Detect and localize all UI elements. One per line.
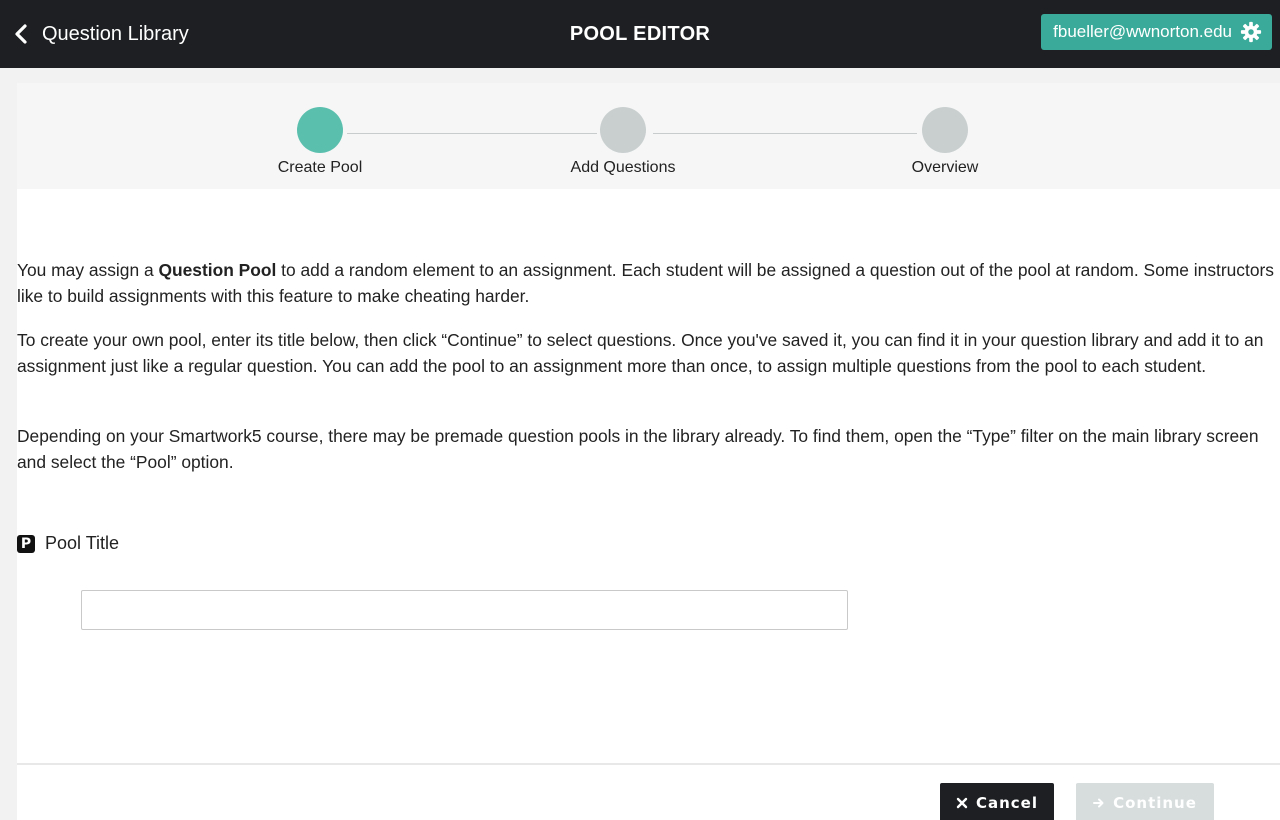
step-add-questions: Add Questions bbox=[523, 107, 723, 177]
continue-button[interactable]: Continue bbox=[1076, 783, 1214, 820]
step-overview: Overview bbox=[845, 107, 1045, 177]
pool-editor-card: Create Pool Add Questions Overview You m… bbox=[17, 83, 1280, 763]
step-indicator bbox=[922, 107, 968, 153]
chevron-left-icon bbox=[15, 24, 27, 44]
user-email: fbueller@wwnorton.edu bbox=[1053, 22, 1232, 41]
step-indicator bbox=[600, 107, 646, 153]
arrow-right-icon bbox=[1093, 798, 1104, 808]
footer-actions: Cancel Continue bbox=[17, 763, 1280, 820]
back-link-label: Question Library bbox=[42, 22, 189, 45]
continue-button-label: Continue bbox=[1113, 794, 1197, 812]
intro-paragraph-1: You may assign a Question Pool to add a … bbox=[17, 257, 1275, 309]
cancel-button[interactable]: Cancel bbox=[940, 783, 1054, 820]
pool-icon: P bbox=[17, 534, 35, 553]
intro-paragraph-2: To create your own pool, enter its title… bbox=[17, 330, 1264, 376]
pool-title-input[interactable] bbox=[81, 590, 848, 630]
close-icon bbox=[956, 797, 968, 809]
step-label: Create Pool bbox=[277, 159, 363, 176]
intro-paragraph-3: Depending on your Smartwork5 course, the… bbox=[17, 426, 1259, 472]
question-pool-term: Question Pool bbox=[158, 260, 277, 280]
back-to-question-library-link[interactable]: Question Library bbox=[14, 0, 189, 68]
user-menu-button[interactable]: fbueller@wwnorton.edu bbox=[1041, 14, 1272, 50]
step-label: Overview bbox=[911, 159, 979, 176]
pool-title-label-text: Pool Title bbox=[45, 533, 120, 553]
intro-text: You may assign a bbox=[17, 260, 159, 280]
pool-title-label: P Pool Title bbox=[17, 533, 119, 554]
progress-stepper: Create Pool Add Questions Overview bbox=[17, 83, 1280, 189]
gear-icon bbox=[1240, 21, 1262, 43]
step-create-pool: Create Pool bbox=[220, 107, 420, 177]
step-indicator-active bbox=[297, 107, 343, 153]
cancel-button-label: Cancel bbox=[975, 794, 1038, 812]
step-label: Add Questions bbox=[570, 159, 676, 176]
top-bar: Question Library POOL EDITOR fbueller@ww… bbox=[0, 0, 1280, 68]
